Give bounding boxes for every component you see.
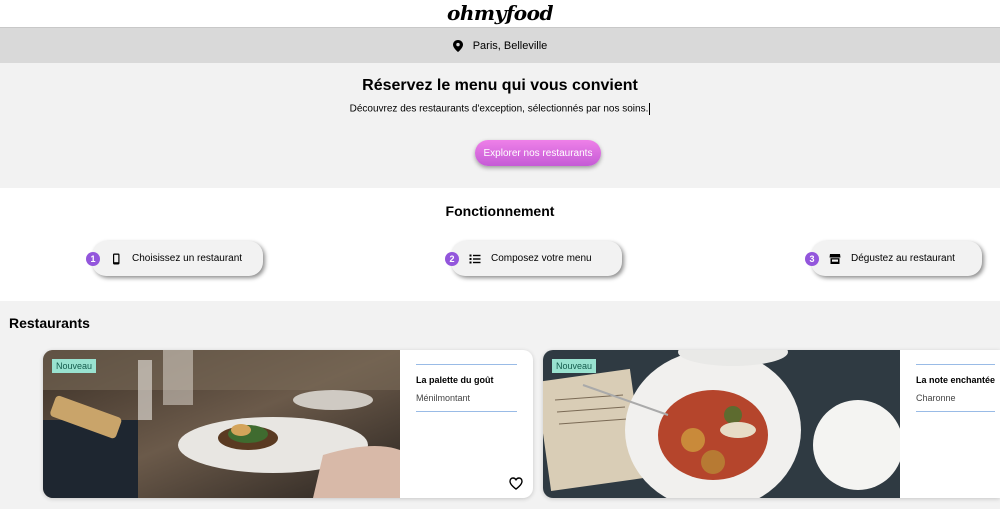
step-taste-restaurant: 3 Dégustez au restaurant	[805, 241, 982, 276]
location-bar[interactable]: Paris, Belleville	[0, 27, 1000, 63]
hero-title: Réservez le menu qui vous convient	[362, 77, 638, 94]
divider	[916, 411, 996, 412]
hero-section: Réservez le menu qui vous convient Décou…	[0, 63, 1000, 188]
how-it-works-section: Fonctionnement 1 Choisissez un restauran…	[0, 188, 1000, 301]
heart-outline-icon[interactable]	[509, 477, 523, 490]
restaurants-title: Restaurants	[9, 315, 90, 331]
step-number: 3	[805, 252, 819, 266]
restaurant-photo: Nouveau	[43, 350, 400, 498]
restaurant-card[interactable]: Nouveau La palette du goût Ménilmontant	[43, 350, 533, 498]
hero-subtitle: Découvrez des restaurants d'exception, s…	[349, 103, 649, 115]
step-label: Dégustez au restaurant	[851, 253, 955, 264]
restaurant-photo-art	[43, 350, 400, 498]
restaurant-photo-art	[543, 350, 900, 498]
new-badge: Nouveau	[52, 359, 97, 373]
hero-subtitle-wrap: Découvrez des restaurants d'exception, s…	[0, 103, 1000, 115]
map-pin-icon	[452, 39, 463, 52]
store-icon	[829, 253, 841, 264]
step-number: 1	[86, 252, 100, 266]
location-text: Paris, Belleville	[472, 39, 548, 52]
restaurant-info: La palette du goût Ménilmontant	[400, 350, 533, 498]
header: ohmyfood	[0, 0, 1000, 27]
step-label: Choisissez un restaurant	[132, 253, 243, 264]
divider	[416, 364, 517, 365]
step-label: Composez votre menu	[491, 253, 592, 264]
restaurant-area: Ménilmontant	[416, 393, 471, 403]
mobile-phone-icon	[113, 253, 120, 264]
new-badge: Nouveau	[552, 359, 597, 373]
divider	[916, 364, 996, 365]
step-compose-menu: 2 Composez votre menu	[445, 241, 622, 276]
step-number: 2	[445, 252, 459, 266]
how-it-works-title: Fonctionnement	[445, 203, 555, 219]
divider	[416, 411, 517, 412]
restaurant-area: Charonne	[916, 393, 956, 403]
text-cursor	[649, 103, 651, 115]
restaurant-info: La note enchantée Charonne	[900, 350, 1000, 498]
restaurant-name: La palette du goût	[416, 375, 494, 385]
restaurants-section: Restaurants Nouveau La palette du goût M…	[0, 301, 1000, 509]
step-choose-restaurant: 1 Choisissez un restaurant	[86, 241, 263, 276]
restaurant-photo: Nouveau	[543, 350, 900, 498]
restaurant-card[interactable]: Nouveau La note enchantée Charonne	[543, 350, 1000, 498]
explore-restaurants-button[interactable]: Explorer nos restaurants	[475, 140, 601, 166]
list-icon	[469, 254, 481, 263]
logo[interactable]: ohmyfood	[0, 0, 1000, 26]
restaurant-name: La note enchantée	[916, 375, 996, 385]
